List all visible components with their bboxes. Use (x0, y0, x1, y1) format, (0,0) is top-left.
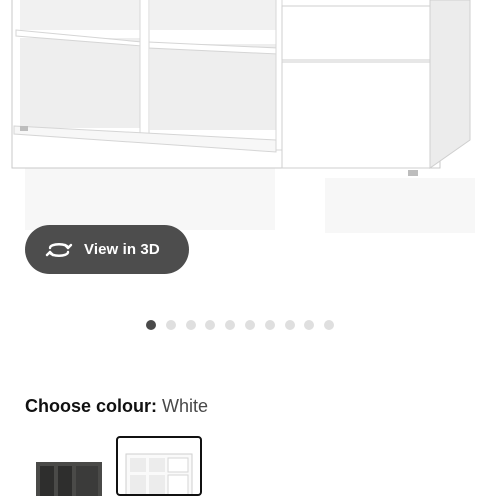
rotate-3d-icon (45, 239, 75, 261)
view-in-3d-label: View in 3D (84, 241, 160, 258)
carousel-dot[interactable] (264, 320, 275, 330)
carousel-dot[interactable] (205, 320, 216, 330)
colour-label: Choose colour: (25, 396, 158, 416)
carousel-dot[interactable] (225, 320, 236, 330)
carousel-dot[interactable] (185, 320, 196, 330)
colour-selector-heading: Choose colour: White (25, 396, 208, 417)
carousel-dot[interactable] (146, 320, 156, 330)
view-in-3d-button[interactable]: View in 3D (25, 225, 189, 274)
carousel-dot[interactable] (304, 320, 315, 330)
colour-value: White (162, 396, 209, 416)
colour-swatch-white[interactable] (116, 436, 202, 496)
carousel-dot[interactable] (245, 320, 255, 330)
carousel-dot[interactable] (324, 320, 335, 330)
carousel-dot[interactable] (165, 320, 176, 330)
carousel-indicator (0, 320, 480, 332)
carousel-dot[interactable] (284, 320, 295, 330)
colour-swatch-dark-grey[interactable] (30, 436, 116, 496)
